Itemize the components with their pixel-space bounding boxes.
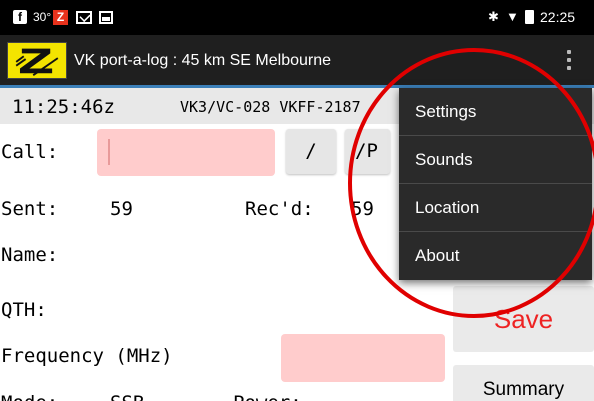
name-label: Name: [1, 244, 59, 266]
call-input[interactable] [97, 129, 275, 176]
slash-button[interactable]: / [286, 129, 336, 174]
image-notification-icon [99, 11, 113, 24]
sent-report-value[interactable]: 59 [110, 198, 133, 220]
qth-label: QTH: [1, 299, 47, 321]
app-title: VK port-a-log : 45 km SE Melbourne [74, 52, 332, 69]
status-time: 22:25 [540, 9, 576, 25]
mail-notification-icon [76, 11, 92, 24]
app-logo-graphic [8, 43, 66, 78]
wifi-icon: ▼ [506, 9, 519, 24]
received-report-value[interactable]: 59 [351, 198, 374, 220]
overflow-menu: Settings Sounds Location About [399, 88, 592, 280]
mode-label: Mode: [1, 392, 58, 401]
utc-time: 11:25:46z [12, 96, 115, 118]
frequency-input[interactable] [281, 334, 445, 382]
menu-item-sounds[interactable]: Sounds [399, 136, 592, 184]
summary-button[interactable]: Summary [453, 365, 594, 401]
menu-item-location[interactable]: Location [399, 184, 592, 232]
temperature-indicator: 30° [33, 10, 52, 24]
status-bar: f 30° Z ✱ ▼ 22:25 [0, 0, 594, 35]
save-button[interactable]: Save [453, 286, 594, 352]
more-dot [567, 66, 571, 70]
menu-item-about[interactable]: About [399, 232, 592, 280]
more-vert-icon[interactable] [562, 48, 576, 72]
bluetooth-icon: ✱ [488, 9, 499, 24]
portable-button[interactable]: /P [345, 129, 390, 174]
more-dot [567, 58, 571, 62]
sent-label: Sent: [1, 198, 59, 220]
mode-value[interactable]: SSB [110, 392, 144, 401]
frequency-label: Frequency (MHz) [1, 345, 173, 367]
facebook-notification-icon: f [13, 10, 27, 24]
app-logo-icon [7, 42, 67, 79]
received-label: Rec'd: [245, 198, 314, 220]
power-label: Power: [233, 392, 302, 401]
call-label: Call: [1, 141, 59, 163]
zello-notification-icon: Z [53, 10, 68, 25]
menu-item-settings[interactable]: Settings [399, 88, 592, 136]
summit-park-references: VK3/VC-028 VKFF-2187 [180, 98, 361, 116]
text-cursor [108, 139, 110, 165]
battery-icon [525, 10, 534, 24]
more-dot [567, 50, 571, 54]
